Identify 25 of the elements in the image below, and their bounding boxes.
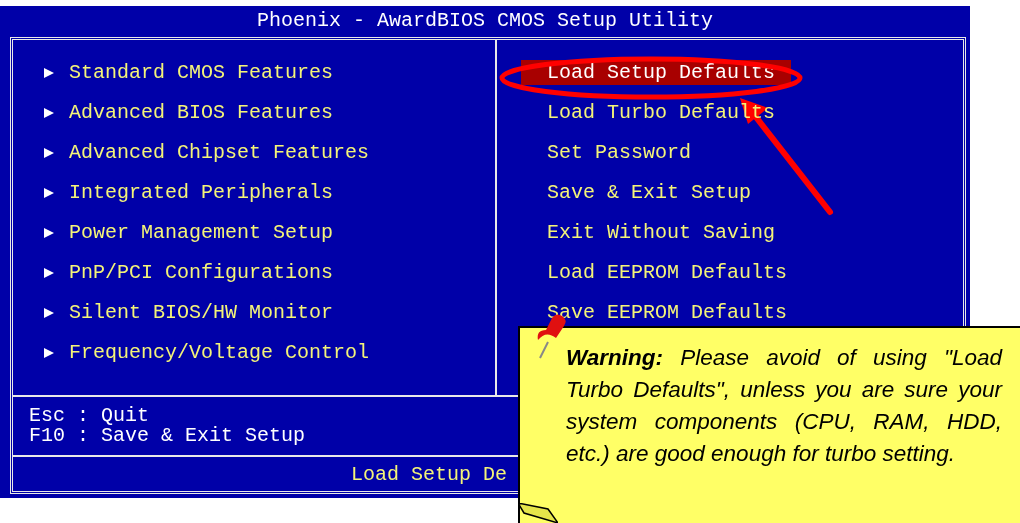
status-text: Load Setup De: [351, 462, 508, 486]
menu-item[interactable]: PnP/PCI Configurations: [43, 260, 495, 285]
menu-item[interactable]: Integrated Peripherals: [43, 180, 495, 205]
menu-item[interactable]: Standard CMOS Features: [43, 60, 495, 85]
triangle-icon: [43, 266, 55, 279]
triangle-icon: [43, 306, 55, 319]
help-text: Esc : Quit: [29, 406, 150, 426]
menu-item[interactable]: Power Management Setup: [43, 220, 495, 245]
triangle-icon: [43, 106, 55, 119]
menu-item[interactable]: Set Password: [521, 140, 792, 165]
triangle-icon: [43, 66, 55, 79]
menu-item[interactable]: Frequency/Voltage Control: [43, 340, 495, 365]
menu-item[interactable]: Advanced BIOS Features: [43, 100, 495, 125]
menu-item[interactable]: Silent BIOS/HW Monitor: [43, 300, 495, 325]
triangle-icon: [43, 146, 55, 159]
menu-item[interactable]: Load EEPROM Defaults: [521, 260, 792, 285]
triangle-icon: [43, 186, 55, 199]
help-text: F10 : Save & Exit Setup: [29, 426, 306, 446]
warning-text: Warning: Please avoid of using "Load Turbo Defaults", unless you are sure your system components (CPU, RAM, HDD, etc.) are good enough for turbo setting.: [566, 344, 1002, 468]
menu-item[interactable]: Exit Without Saving: [521, 220, 792, 245]
menu-item[interactable]: Advanced Chipset Features: [43, 140, 495, 165]
window-title: Phoenix - AwardBIOS CMOS Setup Utility: [256, 8, 714, 32]
triangle-icon: [43, 226, 55, 239]
menu-item[interactable]: Save & Exit Setup: [521, 180, 792, 205]
triangle-icon: [43, 346, 55, 359]
